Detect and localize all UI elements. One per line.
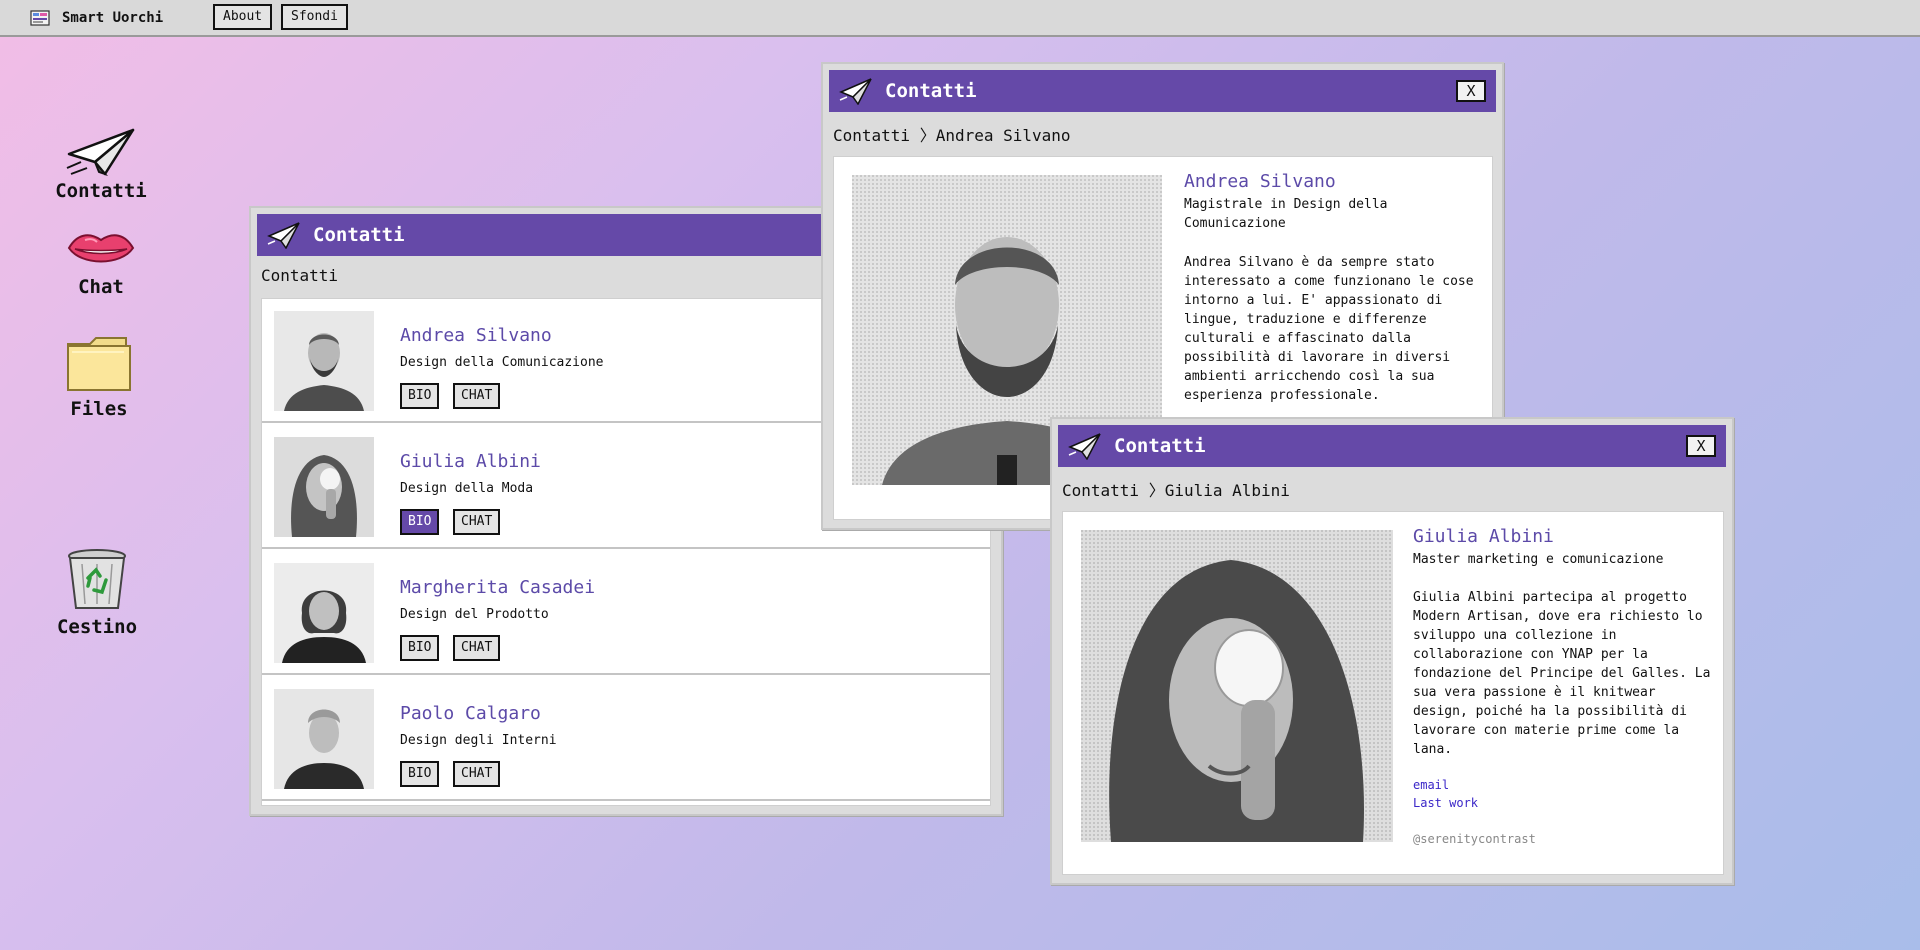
avatar-margherita	[274, 563, 374, 663]
desktop-icon-contatti[interactable]: Contatti	[46, 128, 156, 202]
close-button[interactable]: X	[1456, 80, 1486, 102]
desktop-label-cestino: Cestino	[56, 616, 138, 638]
contact-name: Andrea Silvano	[400, 325, 552, 346]
window-titlebar[interactable]: Contatti X	[1058, 425, 1726, 467]
chat-button[interactable]: CHAT	[453, 761, 501, 787]
lips-icon	[67, 234, 135, 263]
contact-course: Design della Comunicazione	[400, 355, 604, 370]
desktop-icon-chat[interactable]: Chat	[46, 228, 156, 298]
contact-detail-window-giulia: Contatti X Contatti 〉Giulia Albini Giuli…	[1050, 417, 1734, 885]
paper-plane-icon	[267, 222, 300, 249]
giulia-photo	[1081, 530, 1393, 842]
breadcrumb: Contatti	[261, 266, 339, 285]
breadcrumb: Contatti 〉Giulia Albini	[1062, 481, 1290, 500]
recycle-bin-icon	[68, 549, 126, 609]
bio-button[interactable]: BIO	[400, 635, 440, 661]
bio-button[interactable]: BIO	[400, 509, 440, 535]
detail-name: Andrea Silvano	[1184, 171, 1336, 192]
window-titlebar[interactable]: Contatti X	[829, 70, 1496, 112]
email-link[interactable]: email	[1413, 778, 1449, 792]
folder-icon	[67, 337, 131, 391]
contact-detail-panel: Giulia Albini Master marketing e comunic…	[1062, 511, 1724, 875]
chat-button[interactable]: CHAT	[453, 383, 501, 409]
social-handle: @serenitycontrast	[1413, 832, 1536, 846]
avatar-andrea	[274, 311, 374, 411]
desktop-label-chat: Chat	[78, 276, 124, 298]
paper-plane-icon	[839, 78, 872, 105]
contact-row[interactable]: Margherita Casadei Design del Prodotto B…	[262, 551, 990, 675]
about-button[interactable]: About	[213, 4, 273, 30]
chat-button[interactable]: CHAT	[453, 509, 501, 535]
paper-plane-icon	[1068, 433, 1101, 460]
contact-course: Design degli Interni	[400, 733, 557, 748]
brand[interactable]: Smart Uorchi	[30, 8, 163, 28]
avatar-paolo	[274, 689, 374, 789]
contact-name: Giulia Albini	[400, 451, 541, 472]
detail-bio: Andrea Silvano è da sempre stato interes…	[1184, 255, 1474, 403]
chat-button[interactable]: CHAT	[453, 635, 501, 661]
window-title: Contatti	[885, 80, 977, 102]
top-menu-bar: Smart Uorchi About Sfondi	[0, 0, 1920, 37]
last-work-link[interactable]: Last work	[1413, 796, 1478, 810]
detail-name: Giulia Albini	[1413, 526, 1554, 547]
app-logo-icon	[30, 10, 50, 26]
bio-button[interactable]: BIO	[400, 383, 440, 409]
desktop-icon-cestino[interactable]: Cestino	[42, 548, 152, 638]
detail-bio: Giulia Albini partecipa al progetto Mode…	[1413, 590, 1711, 757]
window-title: Contatti	[1114, 435, 1206, 457]
detail-degree: Master marketing e comunicazione	[1413, 552, 1664, 567]
paper-plane-icon	[66, 128, 135, 176]
bio-button[interactable]: BIO	[400, 761, 440, 787]
sfondi-button[interactable]: Sfondi	[281, 4, 348, 30]
contact-row[interactable]: Paolo Calgaro Design degli Interni BIO C…	[262, 677, 990, 801]
close-button[interactable]: X	[1686, 435, 1716, 457]
desktop-label-contatti: Contatti	[55, 180, 147, 202]
desktop-icon-files[interactable]: Files	[44, 334, 154, 420]
desktop-label-files: Files	[70, 398, 128, 420]
detail-degree: Magistrale in Design della Comunicazione	[1184, 197, 1388, 231]
contact-name: Paolo Calgaro	[400, 703, 541, 724]
avatar-giulia	[274, 437, 374, 537]
contact-course: Design della Moda	[400, 481, 534, 496]
app-title: Smart Uorchi	[62, 10, 164, 26]
breadcrumb: Contatti 〉Andrea Silvano	[833, 126, 1071, 145]
window-title: Contatti	[313, 224, 405, 246]
contact-course: Design del Prodotto	[400, 607, 549, 622]
contact-name: Margherita Casadei	[400, 577, 596, 598]
